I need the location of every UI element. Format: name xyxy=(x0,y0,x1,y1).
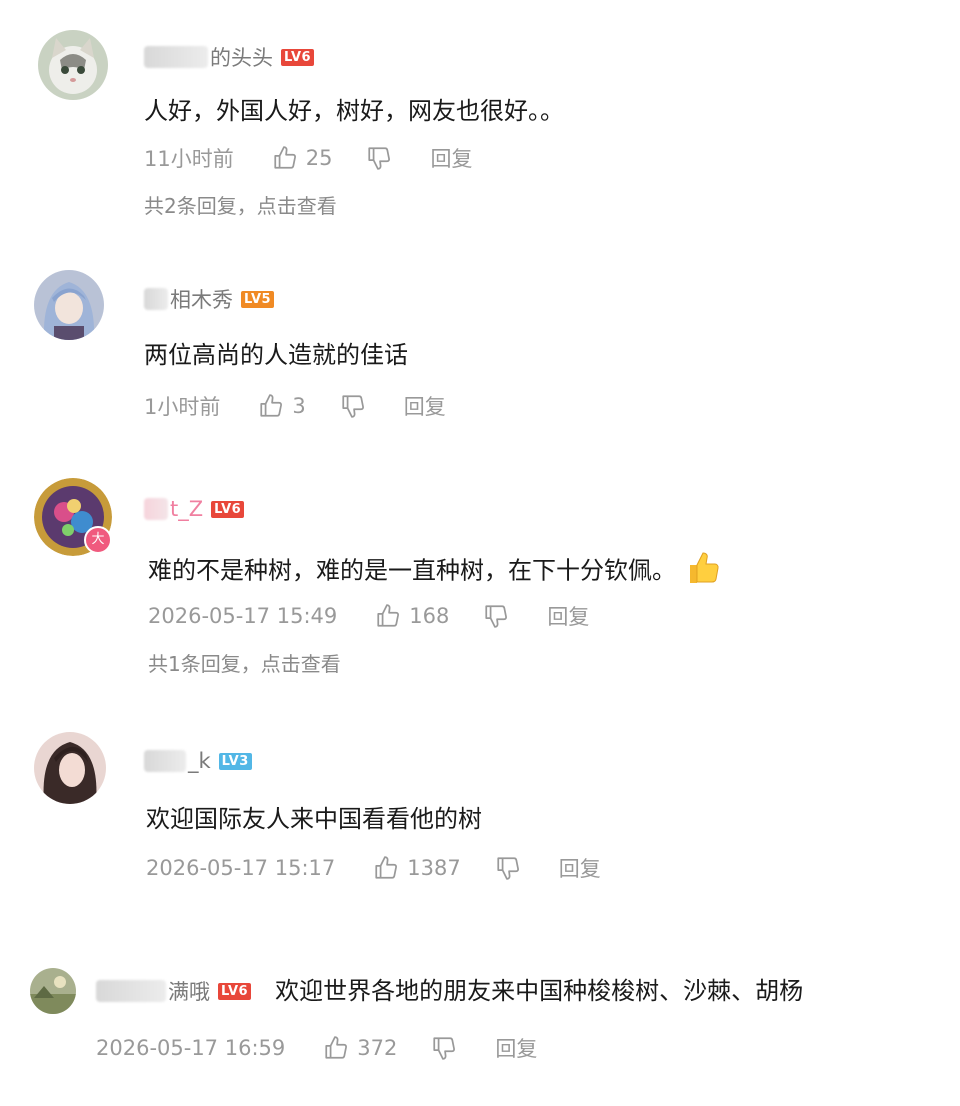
username-blurred xyxy=(144,498,168,520)
user-avatar[interactable] xyxy=(34,732,106,804)
timestamp: 2026-05-17 15:17 xyxy=(146,856,336,880)
comment-text-content: 难的不是种树，难的是一直种树，在下十分钦佩。 xyxy=(148,556,676,585)
user-avatar[interactable] xyxy=(30,968,76,1014)
comment-text: 两位高尚的人造就的佳话 xyxy=(144,341,408,369)
cat-avatar-icon xyxy=(38,30,108,100)
username-blurred xyxy=(144,46,208,68)
comment-meta: 2026-05-17 15:17 1387 回复 xyxy=(146,852,601,884)
thumbs-down-icon xyxy=(497,857,519,880)
thumbs-down-icon xyxy=(433,1037,456,1060)
like-count: 168 xyxy=(409,604,450,628)
dislike-button[interactable] xyxy=(483,603,509,629)
thumbs-up-icon xyxy=(377,604,400,627)
comment-meta: 2026-05-17 15:49 168 回复 xyxy=(148,600,589,632)
username[interactable]: t_Z xyxy=(170,497,203,521)
thumbs-up-icon xyxy=(274,146,296,169)
like-count: 25 xyxy=(305,146,333,170)
like-button[interactable]: 168 xyxy=(375,603,449,629)
comment-text: 难的不是种树，难的是一直种树，在下十分钦佩。 xyxy=(148,548,722,595)
username[interactable]: 相木秀 xyxy=(170,284,233,314)
username-row: 的头头 LV6 xyxy=(144,42,315,72)
username-blurred xyxy=(144,750,186,772)
comment-text: 欢迎世界各地的朋友来中国种梭梭树、沙棘、胡杨 xyxy=(275,977,804,1005)
comment-meta: 2026-05-17 16:59 372 回复 xyxy=(96,1032,537,1064)
thumbs-up-icon xyxy=(260,394,283,417)
username-row: _k LV3 xyxy=(144,746,252,776)
user-avatar[interactable] xyxy=(38,30,108,100)
timestamp: 11小时前 xyxy=(144,147,234,171)
thumbs-down-icon xyxy=(342,395,364,418)
timestamp: 2026-05-17 15:49 xyxy=(148,604,338,628)
username-row: t_Z LV6 xyxy=(144,494,245,524)
thumbs-up-emoji xyxy=(684,548,722,595)
reply-button[interactable]: 回复 xyxy=(559,853,601,883)
woman-photo-avatar-icon xyxy=(34,732,106,804)
username-row: 相木秀 LV5 xyxy=(144,284,275,314)
timestamp: 2026-05-17 16:59 xyxy=(96,1036,286,1060)
view-replies-link[interactable]: 共2条回复，点击查看 xyxy=(144,190,337,219)
like-button[interactable]: 25 xyxy=(272,145,333,171)
comment-text: 人好，外国人好，树好，网友也很好。。 xyxy=(144,97,564,125)
comment-meta: 11小时前 25 回复 xyxy=(144,142,472,174)
dislike-button[interactable] xyxy=(366,145,392,171)
dislike-button[interactable] xyxy=(495,855,521,881)
landscape-avatar-icon xyxy=(30,968,76,1014)
anime-girl-avatar-icon xyxy=(34,270,104,340)
thumbs-down-icon xyxy=(485,605,508,628)
like-count: 1387 xyxy=(407,856,461,880)
username[interactable]: 满哦 xyxy=(168,976,210,1006)
dislike-button[interactable] xyxy=(340,393,366,419)
view-replies-link[interactable]: 共1条回复，点击查看 xyxy=(148,648,341,677)
like-button[interactable]: 1387 xyxy=(373,855,461,881)
comment-meta: 1小时前 3 回复 xyxy=(144,390,446,422)
level-badge: LV6 xyxy=(218,982,252,1000)
like-button[interactable]: 3 xyxy=(258,393,306,419)
username-row: 满哦 LV6 欢迎世界各地的朋友来中国种梭梭树、沙棘、胡杨 xyxy=(96,976,803,1006)
username[interactable]: 的头头 xyxy=(210,42,273,72)
level-badge: LV5 xyxy=(241,290,275,308)
thumbs-down-icon xyxy=(368,147,391,170)
like-count: 372 xyxy=(357,1036,398,1060)
user-avatar[interactable] xyxy=(34,270,104,340)
like-button[interactable]: 372 xyxy=(323,1035,397,1061)
dislike-button[interactable] xyxy=(431,1035,457,1061)
level-badge: LV6 xyxy=(281,48,315,66)
user-badge: 大 xyxy=(84,526,112,554)
thumbs-up-icon xyxy=(375,856,398,879)
timestamp: 1小时前 xyxy=(144,395,221,419)
level-badge: LV6 xyxy=(211,500,245,518)
username-blurred xyxy=(144,288,168,310)
reply-button[interactable]: 回复 xyxy=(495,1033,537,1063)
username[interactable]: _k xyxy=(188,749,211,773)
level-badge: LV3 xyxy=(218,752,252,770)
reply-button[interactable]: 回复 xyxy=(404,391,446,421)
reply-button[interactable]: 回复 xyxy=(547,601,589,631)
comment-text: 欢迎国际友人来中国看看他的树 xyxy=(146,805,482,833)
username-blurred xyxy=(96,980,166,1002)
like-count: 3 xyxy=(292,394,306,418)
thumbs-up-icon xyxy=(325,1036,348,1059)
reply-button[interactable]: 回复 xyxy=(430,143,472,173)
